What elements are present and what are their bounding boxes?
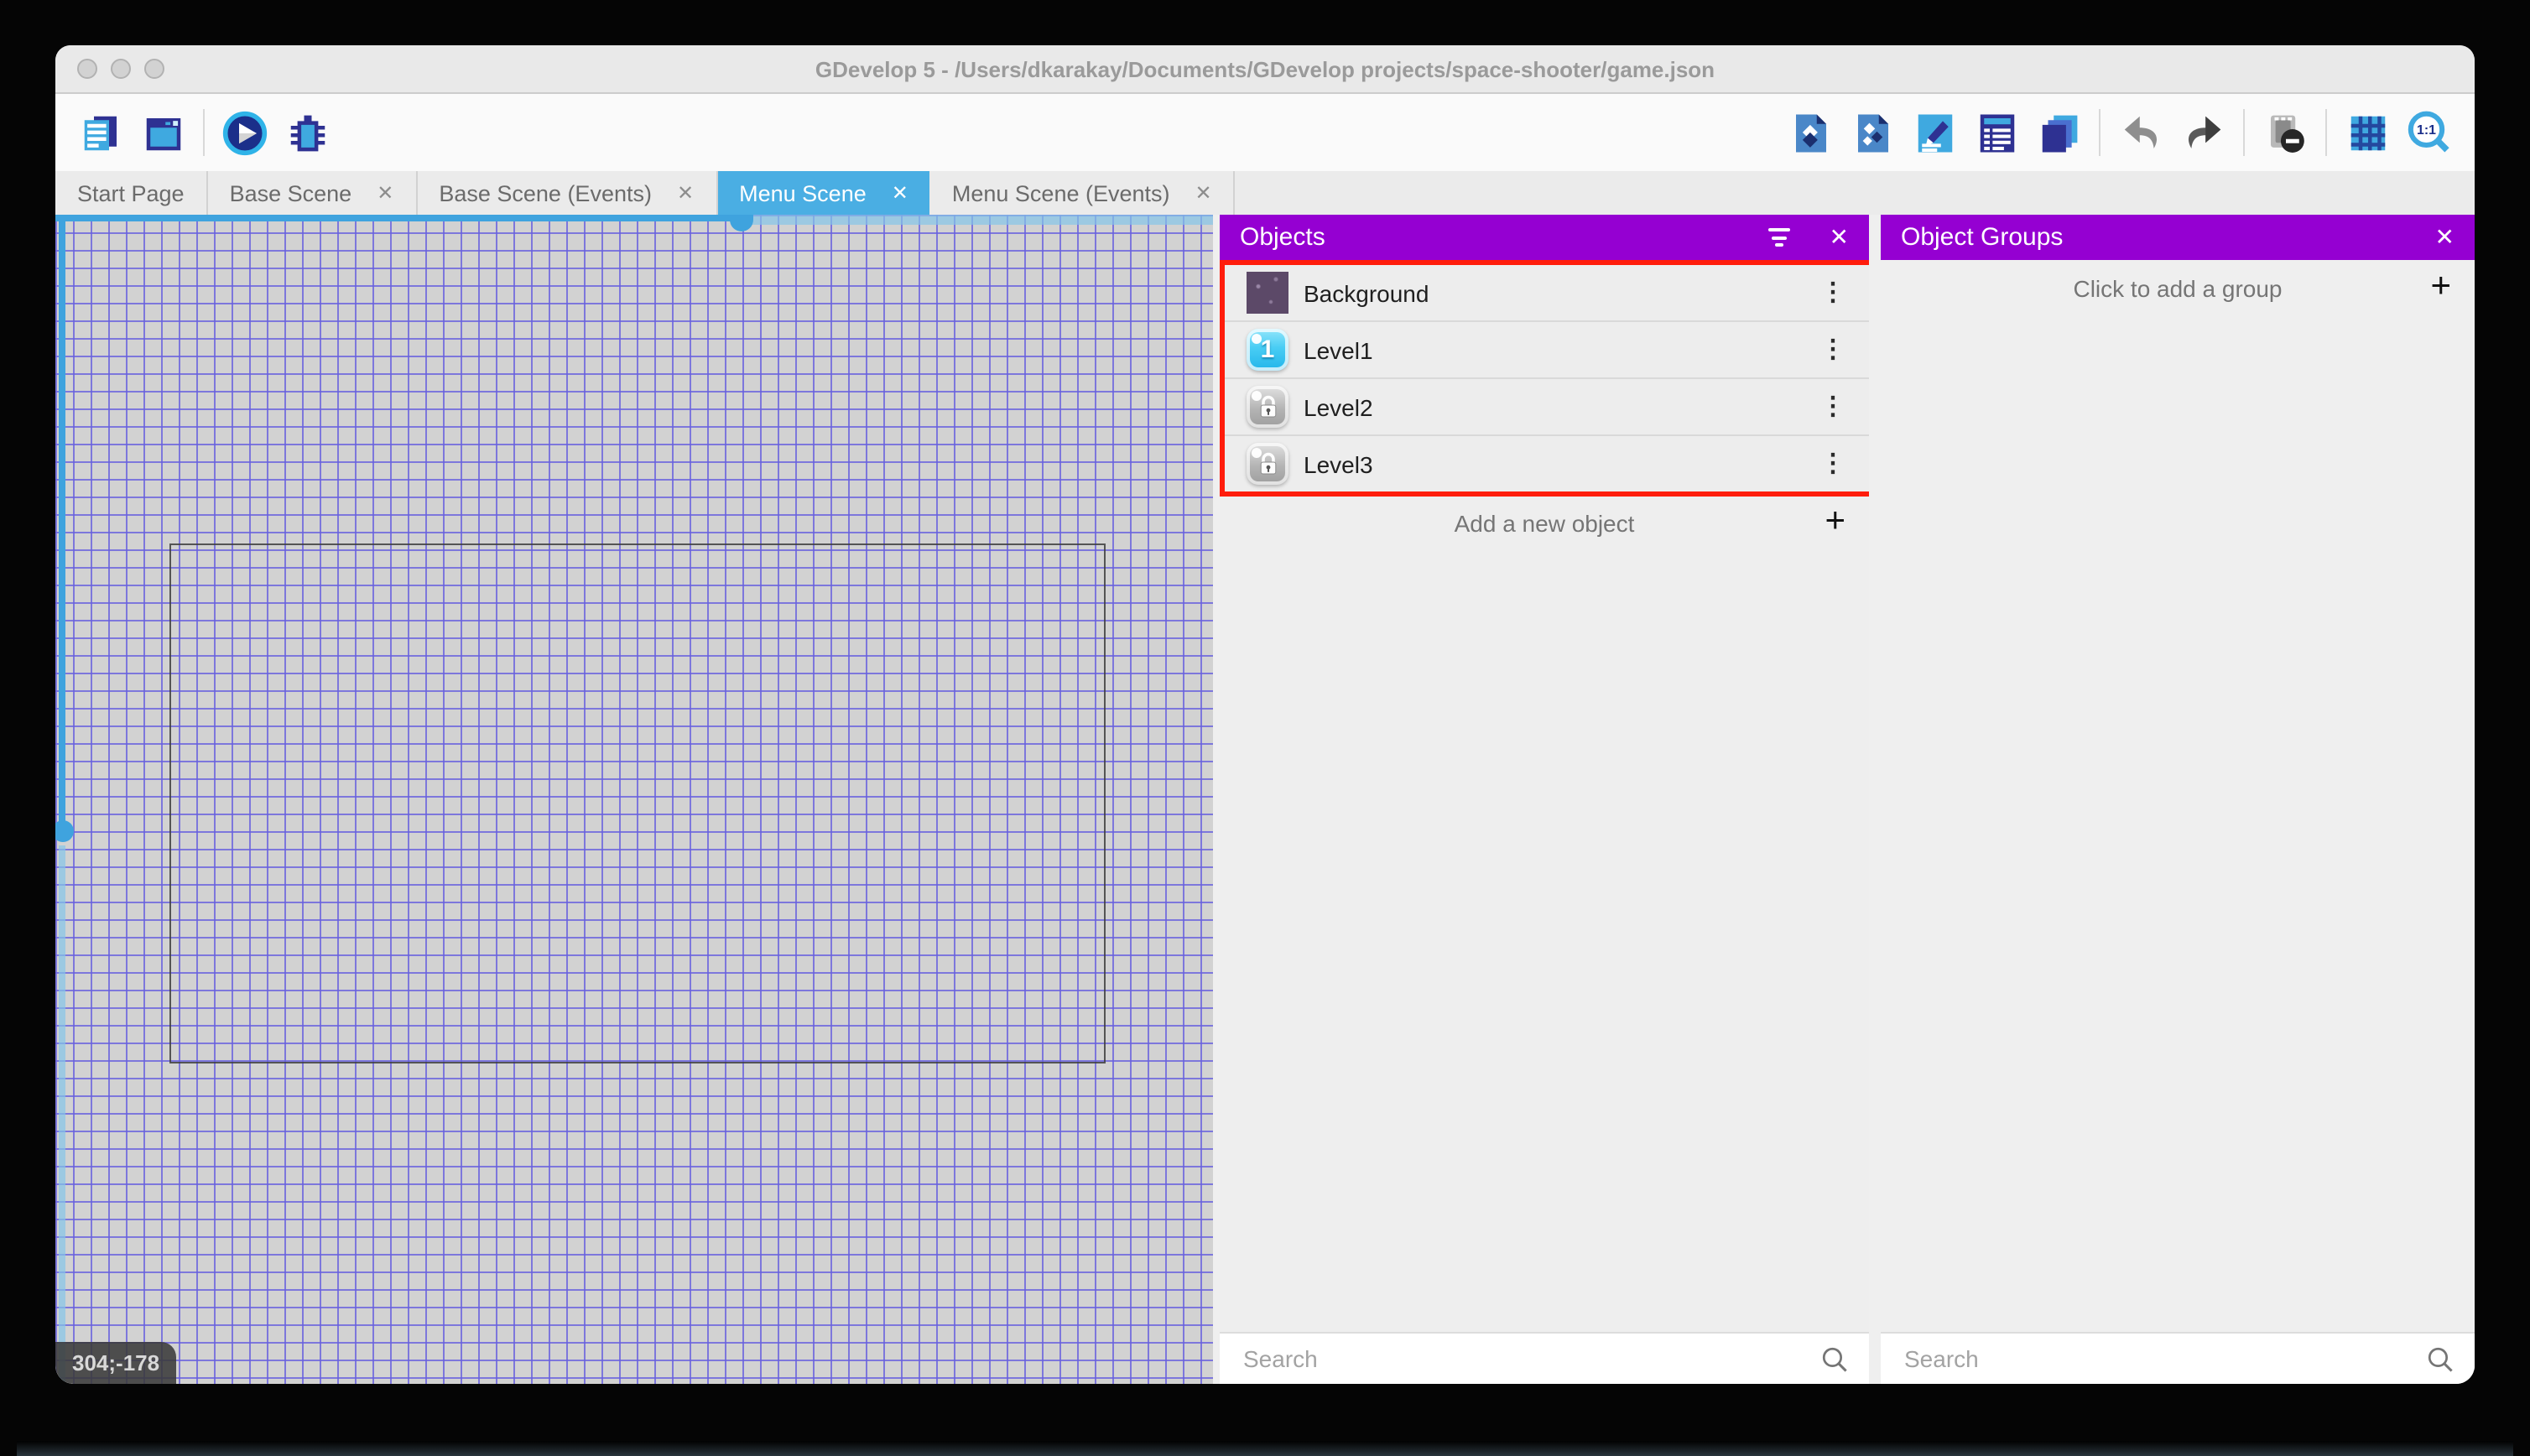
kebab-menu-icon[interactable]: ⋮ (1820, 394, 1845, 419)
close-tab-icon[interactable]: ✕ (677, 181, 694, 205)
close-tab-icon[interactable]: ✕ (892, 181, 908, 205)
objects-panel-empty-area (1220, 549, 1869, 1332)
redo-icon[interactable] (2179, 109, 2226, 156)
add-new-object-button[interactable]: Add a new object + (1220, 497, 1869, 549)
object-row-level1[interactable]: 1 Level1 ⋮ (1225, 322, 1872, 379)
groups-search-input[interactable] (1901, 1344, 2426, 1374)
play-icon[interactable] (221, 109, 268, 156)
instances-editor-icon[interactable] (1849, 109, 1896, 156)
add-group-button[interactable]: Click to add a group + (1881, 260, 2475, 315)
start-page-icon[interactable] (139, 109, 186, 156)
toolbar-separator (2243, 109, 2245, 156)
object-row-level3[interactable]: Level3 ⋮ (1225, 436, 1872, 491)
plus-icon: + (2430, 266, 2451, 305)
tab-base-scene[interactable]: Base Scene ✕ (208, 171, 418, 215)
object-row-background[interactable]: Background ⋮ (1225, 265, 1872, 322)
window-title: GDevelop 5 - /Users/dkarakay/Documents/G… (815, 56, 1715, 81)
close-tab-icon[interactable]: ✕ (377, 181, 393, 205)
tab-menu-scene[interactable]: Menu Scene ✕ (717, 171, 930, 215)
objects-panel-title: Objects (1240, 223, 1325, 252)
search-icon (1822, 1346, 1847, 1371)
gdevelop-window: GDevelop 5 - /Users/dkarakay/Documents/G… (55, 45, 2475, 1384)
properties-icon[interactable] (1911, 109, 1958, 156)
layers-icon[interactable] (2035, 109, 2082, 156)
vertical-scrollbar-track[interactable] (59, 845, 65, 1384)
kebab-menu-icon[interactable]: ⋮ (1820, 280, 1845, 305)
window-mask-icon[interactable] (2262, 109, 2309, 156)
cursor-coordinates-badge: 304;-178 (55, 1342, 177, 1384)
instances-list-icon[interactable] (1973, 109, 2020, 156)
objects-panel: Objects ✕ Background ⋮ 1 Level1 ⋮ Level2… (1220, 215, 1877, 1384)
locked-button-thumbnail (1247, 443, 1288, 485)
locked-button-thumbnail (1247, 386, 1288, 428)
svg-text:1:1: 1:1 (2417, 122, 2436, 137)
search-icon (2428, 1346, 2453, 1371)
object-groups-panel: Object Groups ✕ Click to add a group + (1881, 215, 2475, 1384)
toolbar-separator (2099, 109, 2101, 156)
kebab-menu-icon[interactable]: ⋮ (1820, 337, 1845, 362)
traffic-lights (77, 59, 164, 79)
scene-canvas[interactable]: 304;-178 (55, 215, 1213, 1384)
filter-icon[interactable] (1766, 228, 1793, 247)
project-manager-icon[interactable] (77, 109, 124, 156)
groups-search-bar (1881, 1332, 2475, 1384)
close-tab-icon[interactable]: ✕ (1195, 181, 1212, 205)
tab-menu-scene-events[interactable]: Menu Scene (Events) ✕ (930, 171, 1236, 215)
tab-start-page[interactable]: Start Page (55, 171, 208, 215)
horizontal-scrollbar-knob[interactable] (730, 215, 753, 231)
zoom-ratio-icon[interactable]: 1:1 (2406, 109, 2453, 156)
objects-panel-header: Objects ✕ (1220, 215, 1869, 260)
groups-panel-empty-area (1881, 315, 2475, 1332)
object-groups-panel-header: Object Groups ✕ (1881, 215, 2475, 260)
close-icon[interactable]: ✕ (1830, 223, 1849, 252)
desktop-edge-glow (17, 1441, 2513, 1456)
objects-search-input[interactable] (1240, 1344, 1820, 1374)
undo-icon[interactable] (2117, 109, 2164, 156)
vertical-scrollbar-knob[interactable] (55, 820, 74, 842)
object-groups-panel-title: Object Groups (1901, 223, 2064, 252)
editor-tabs: Start Page Base Scene ✕ Base Scene (Even… (55, 171, 2475, 215)
object-row-level2[interactable]: Level2 ⋮ (1225, 379, 1872, 436)
grid-icon[interactable] (2344, 109, 2391, 156)
vertical-scrollbar-fill[interactable] (59, 215, 65, 832)
title-bar: GDevelop 5 - /Users/dkarakay/Documents/G… (55, 45, 2475, 94)
horizontal-scrollbar-fill[interactable] (55, 215, 742, 221)
desktop: GDevelop 5 - /Users/dkarakay/Documents/G… (0, 0, 2530, 1456)
horizontal-scrollbar-track[interactable] (752, 215, 1213, 225)
close-icon[interactable]: ✕ (2435, 223, 2455, 252)
kebab-menu-icon[interactable]: ⋮ (1820, 451, 1845, 476)
maximize-window-button[interactable] (144, 59, 164, 79)
plus-icon: + (1825, 501, 1845, 540)
main-toolbar: 1:1 (55, 94, 2475, 171)
close-window-button[interactable] (77, 59, 97, 79)
objects-search-bar (1220, 1332, 1869, 1384)
debug-icon[interactable] (284, 109, 331, 156)
toolbar-separator (2325, 109, 2327, 156)
level1-button-thumbnail: 1 (1247, 329, 1288, 371)
space-background-thumbnail (1247, 272, 1288, 314)
panel-divider[interactable] (1213, 215, 1220, 1384)
objects-list-highlighted: Background ⋮ 1 Level1 ⋮ Level2 ⋮ Level3 … (1220, 260, 1877, 497)
tab-base-scene-events[interactable]: Base Scene (Events) ✕ (417, 171, 718, 215)
panel-divider[interactable] (1869, 215, 1881, 1384)
scene-window-border (169, 543, 1106, 1063)
objects-editor-icon[interactable] (1787, 109, 1834, 156)
toolbar-separator (203, 109, 205, 156)
minimize-window-button[interactable] (111, 59, 131, 79)
